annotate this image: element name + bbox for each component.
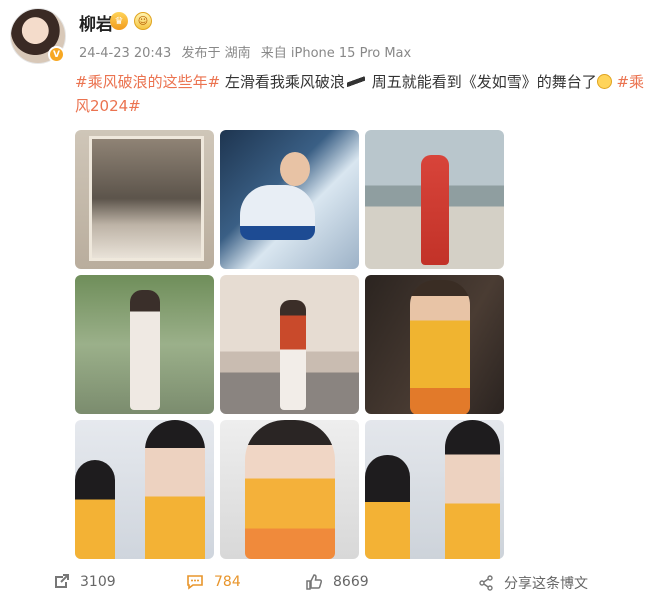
username[interactable]: 柳岩 <box>79 10 113 35</box>
comment-icon <box>187 575 203 590</box>
like-count: 8669 <box>333 574 369 590</box>
post-text: #乘风破浪的这些年# 左滑看我乘风破浪 周五就能看到《发如雪》的舞台了 #乘风2… <box>75 70 650 118</box>
post-location: 发布于 湖南 <box>181 46 251 61</box>
photo-thumbnail[interactable] <box>75 130 214 269</box>
verified-badge-icon: V <box>48 46 65 63</box>
action-bar: 3109 784 8669 分享这条博文 <box>0 566 660 600</box>
photo-thumbnail[interactable] <box>220 275 359 414</box>
member-crown-icon[interactable]: ♛ <box>110 12 128 30</box>
surprised-emoji-icon <box>596 74 612 89</box>
photo-thumbnail[interactable] <box>365 130 504 269</box>
photo-thumbnail[interactable] <box>365 275 504 414</box>
photo-thumbnail[interactable] <box>75 275 214 414</box>
wave-emoji-icon <box>346 76 365 88</box>
photo-thumbnail[interactable] <box>220 420 359 559</box>
post-source: 来自 iPhone 15 Pro Max <box>260 46 412 61</box>
photo-thumbnail[interactable] <box>75 420 214 559</box>
like-button[interactable]: 8669 <box>305 573 369 591</box>
repost-count: 3109 <box>80 574 116 590</box>
fan-medal-icon[interactable]: ☺ <box>134 12 152 30</box>
repost-icon <box>55 574 69 588</box>
comment-count: 784 <box>214 574 241 590</box>
photo-thumbnail[interactable] <box>220 130 359 269</box>
share-button[interactable]: 分享这条博文 <box>478 573 588 593</box>
like-icon <box>306 574 323 590</box>
photo-thumbnail[interactable] <box>365 420 504 559</box>
post-body-2: 周五就能看到《发如雪》的舞台了 <box>366 73 597 91</box>
post-meta: 24-4-23 20:43 发布于 湖南 来自 iPhone 15 Pro Ma… <box>79 42 417 61</box>
post-time[interactable]: 24-4-23 20:43 <box>79 46 171 61</box>
hashtag-link[interactable]: #乘风破浪的这些年# <box>75 73 220 91</box>
photo-grid <box>75 130 504 559</box>
share-icon <box>479 575 493 591</box>
post-body-1: 左滑看我乘风破浪 <box>220 73 345 91</box>
comment-button[interactable]: 784 <box>186 573 241 591</box>
repost-button[interactable]: 3109 <box>52 573 116 591</box>
share-label: 分享这条博文 <box>504 576 588 592</box>
